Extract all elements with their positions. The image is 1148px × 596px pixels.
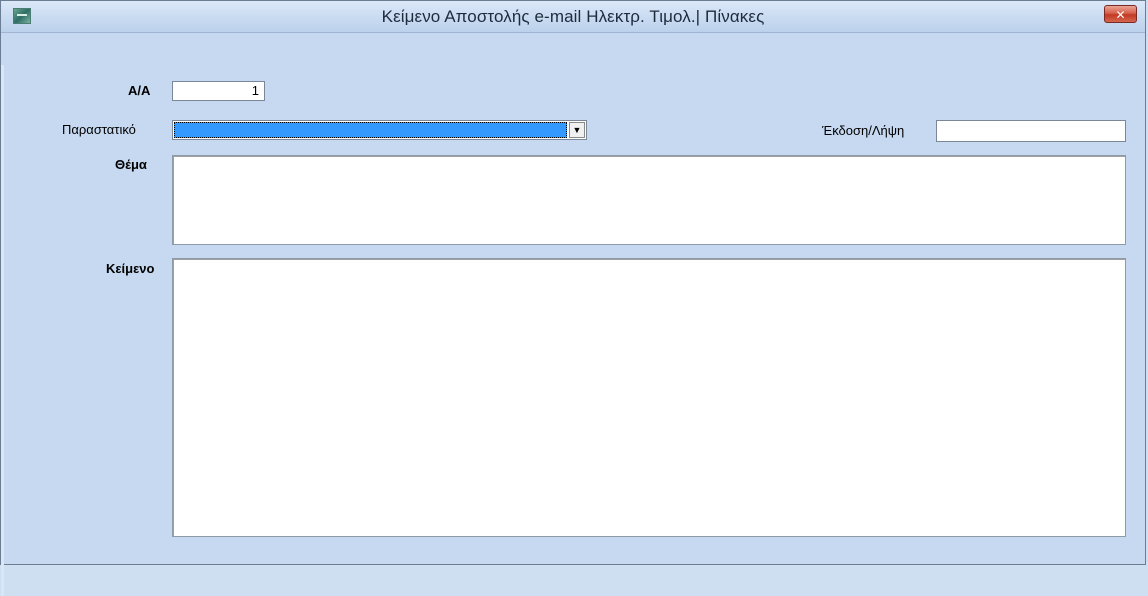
keimeno-label: Κείμενο bbox=[106, 261, 155, 276]
thema-textarea[interactable] bbox=[172, 155, 1126, 245]
aa-label: Α/Α bbox=[128, 83, 151, 98]
ekdosi-lipsi-label: Έκδοση/Λήψη bbox=[822, 123, 905, 138]
title-bar[interactable]: Κείμενο Αποστολής e-mail Ηλεκτρ. Τιμολ.|… bbox=[1, 1, 1145, 33]
chevron-down-icon: ▼ bbox=[572, 125, 582, 135]
window-title: Κείμενο Αποστολής e-mail Ηλεκτρ. Τιμολ.|… bbox=[381, 7, 765, 26]
parastatiko-selected-value[interactable] bbox=[174, 122, 567, 138]
aa-field[interactable]: 1 bbox=[172, 81, 265, 101]
dialog-window: Κείμενο Αποστολής e-mail Ηλεκτρ. Τιμολ.|… bbox=[0, 0, 1146, 596]
close-icon: ✕ bbox=[1115, 8, 1126, 22]
close-button[interactable]: ✕ bbox=[1104, 5, 1137, 23]
keimeno-textarea[interactable] bbox=[172, 258, 1126, 537]
dropdown-button[interactable]: ▼ bbox=[569, 122, 585, 138]
form-area: Α/Α 1 Παραστατικό ▼ Έκδοση/Λήψη Θέμα Κεί… bbox=[1, 33, 1145, 596]
ekdosi-lipsi-field[interactable] bbox=[936, 120, 1126, 142]
parastatiko-label: Παραστατικό bbox=[62, 122, 136, 137]
thema-label: Θέμα bbox=[115, 157, 147, 172]
parastatiko-select[interactable]: ▼ bbox=[172, 120, 587, 140]
window-left-edge bbox=[1, 65, 4, 596]
